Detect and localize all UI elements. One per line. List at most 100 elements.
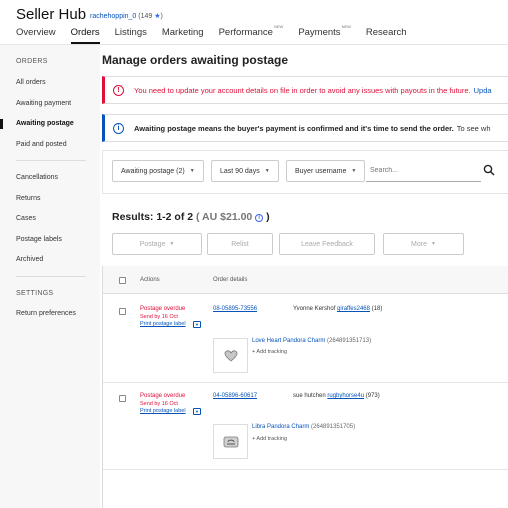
tab-marketing[interactable]: Marketing	[162, 27, 204, 44]
sidebar-item-awaiting-payment[interactable]: Awaiting payment	[16, 100, 71, 107]
sidebar-item-cases[interactable]: Cases	[16, 215, 36, 222]
results-close: )	[266, 211, 270, 223]
status-filter-label: Awaiting postage (2)	[121, 167, 185, 175]
tab-orders[interactable]: Orders	[70, 27, 100, 44]
row-checkbox[interactable]	[119, 308, 126, 315]
tab-overview[interactable]: Overview	[16, 27, 56, 44]
tab-label: Orders	[70, 27, 100, 38]
results-amount: ( AU $21.00	[196, 211, 253, 223]
sidebar-heading-settings: SETTINGS	[16, 290, 54, 297]
row-divider	[103, 382, 508, 383]
order-number-link[interactable]: 04-05896-60617	[213, 393, 257, 399]
item-title-info: Love Heart Pandora Charm (264891351713)	[252, 338, 371, 344]
search-input[interactable]	[366, 160, 481, 182]
print-postage-label-link[interactable]: Print postage label	[140, 321, 186, 327]
relist-button[interactable]: Relist	[207, 233, 273, 255]
buyer-id-link[interactable]: giraffes2468	[337, 306, 370, 312]
sidebar-item-all-orders[interactable]: All orders	[16, 79, 46, 86]
leave-feedback-button[interactable]: Leave Feedback	[279, 233, 375, 255]
search-field-dropdown[interactable]: Buyer username ▼	[286, 160, 366, 182]
new-badge: NEW	[273, 24, 284, 29]
active-indicator	[0, 119, 3, 129]
top-nav: Overview Orders Listings Marketing Perfo…	[16, 24, 422, 44]
tab-performance[interactable]: PerformanceNEW	[218, 24, 284, 44]
caret-down-icon: ▼	[431, 241, 436, 247]
send-by-date: Send by 16 Oct	[140, 314, 178, 320]
sidebar-divider	[16, 160, 86, 161]
period-filter-label: Last 90 days	[220, 167, 260, 175]
order-status: Postage overdue	[140, 393, 186, 399]
buyer-info: sue hutchen rugbyhorse4u (973)	[293, 393, 380, 399]
item-id: (264891351705)	[311, 424, 356, 430]
info-icon: i	[113, 122, 124, 134]
order-status: Postage overdue	[140, 306, 186, 312]
sidebar-item-returns[interactable]: Returns	[16, 195, 41, 202]
sidebar-heading-orders: ORDERS	[16, 58, 48, 65]
item-title-link[interactable]: Love Heart Pandora Charm	[252, 338, 325, 344]
caret-down-icon: ▼	[351, 168, 357, 174]
leave-feedback-label: Leave Feedback	[301, 240, 353, 248]
new-badge: NEW	[341, 24, 351, 29]
caret-down-icon[interactable]: ▼	[193, 408, 201, 415]
more-button[interactable]: More ▼	[383, 233, 464, 255]
update-link[interactable]: Upda	[474, 86, 492, 95]
info-alert-text: To see wh	[456, 123, 491, 133]
username-link[interactable]: rachehoppin_0	[90, 13, 136, 20]
tab-label: Performance	[218, 27, 273, 39]
search-icon[interactable]	[483, 164, 495, 176]
sidebar-item-awaiting-postage[interactable]: Awaiting postage	[16, 120, 74, 127]
column-order-details: Order details	[213, 277, 248, 283]
error-icon: !	[113, 84, 124, 96]
item-thumbnail[interactable]	[213, 338, 248, 373]
row-checkbox[interactable]	[119, 395, 126, 402]
buyer-info: Yvonne Kershof giraffes2468 (18)	[293, 306, 382, 312]
buyer-feedback: (18)	[371, 306, 383, 312]
order-number-link[interactable]: 08-05895-73556	[213, 306, 257, 312]
tab-research[interactable]: Research	[366, 27, 407, 44]
caret-down-icon: ▼	[169, 241, 175, 247]
heart-charm-image	[224, 349, 237, 362]
orders-table	[102, 266, 508, 508]
tab-payments[interactable]: PaymentsNEW	[298, 24, 351, 44]
search-field-label: Buyer username	[295, 167, 347, 175]
tab-label: Listings	[114, 27, 147, 38]
sidebar-item-paid-and-posted[interactable]: Paid and posted	[16, 141, 67, 148]
caret-down-icon: ▼	[189, 168, 195, 174]
add-tracking-link[interactable]: + Add tracking	[252, 349, 287, 355]
item-thumbnail[interactable]	[213, 424, 248, 459]
add-tracking-link[interactable]: + Add tracking	[252, 436, 287, 442]
item-title-link[interactable]: Libra Pandora Charm	[252, 424, 309, 430]
error-alert-text: You need to update your account details …	[134, 85, 471, 95]
seller-info: rachehoppin_0 (149 ★)	[90, 12, 163, 20]
status-filter-dropdown[interactable]: Awaiting postage (2) ▼	[112, 160, 204, 182]
print-postage-label-link[interactable]: Print postage label	[140, 408, 186, 414]
tab-listings[interactable]: Listings	[115, 27, 147, 44]
feedback-score-close: )	[160, 13, 163, 20]
page-title: Manage orders awaiting postage	[102, 53, 289, 67]
buyer-name: sue hutchen	[293, 393, 326, 399]
column-actions: Actions	[140, 277, 160, 283]
more-button-label: More	[411, 240, 427, 248]
buyer-feedback: (973)	[365, 393, 380, 399]
buyer-id-link[interactable]: rugbyhorse4u	[327, 393, 364, 399]
sidebar-item-return-preferences[interactable]: Return preferences	[16, 310, 76, 317]
sidebar-item-postage-labels[interactable]: Postage labels	[16, 236, 62, 243]
caret-down-icon[interactable]: ▼	[193, 321, 201, 328]
libra-charm-image	[223, 436, 238, 447]
postage-button[interactable]: Postage ▼	[112, 233, 202, 255]
sidebar-item-archived[interactable]: Archived	[16, 256, 43, 263]
period-filter-dropdown[interactable]: Last 90 days ▼	[211, 160, 279, 182]
tab-label: Payments	[298, 27, 341, 39]
buyer-name: Yvonne Kershof	[293, 306, 336, 312]
row-divider	[103, 469, 508, 470]
postage-button-label: Postage	[139, 240, 166, 248]
select-all-checkbox[interactable]	[119, 277, 126, 284]
caret-down-icon: ▼	[264, 168, 270, 174]
info-icon[interactable]: i	[255, 214, 264, 222]
error-alert: ! You need to update your account detail…	[102, 76, 508, 104]
item-id: (264891351713)	[327, 338, 372, 344]
sidebar-item-cancellations[interactable]: Cancellations	[16, 174, 58, 181]
send-by-date: Send by 16 Oct	[140, 401, 178, 407]
tab-label: Overview	[16, 27, 56, 38]
results-count: Results: 1-2 of 2	[112, 211, 194, 223]
